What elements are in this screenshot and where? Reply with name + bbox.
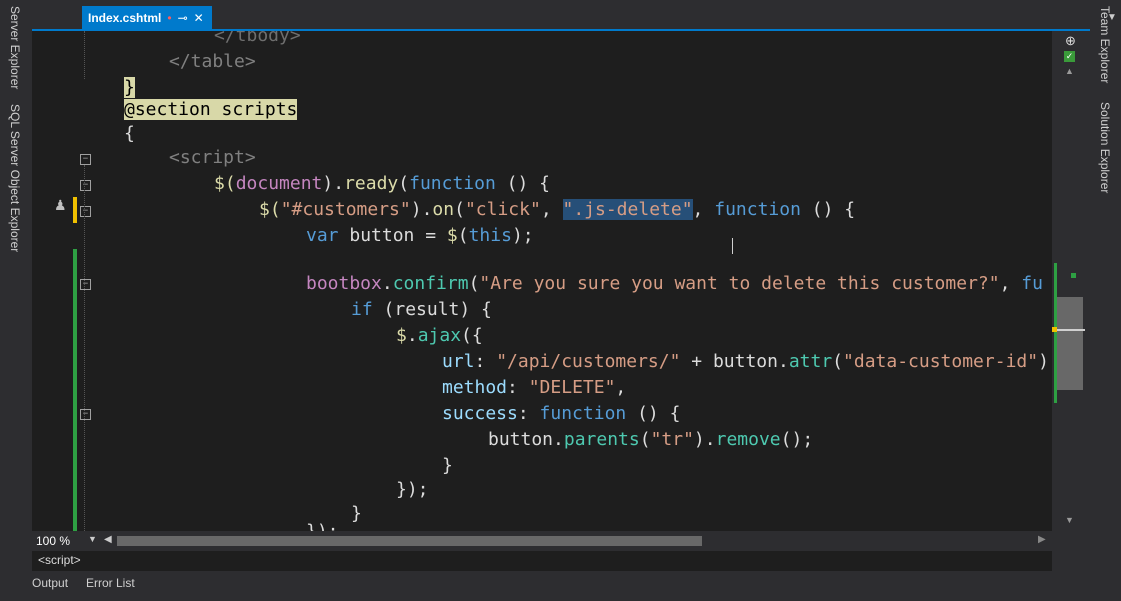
code-line: success: function () {	[442, 403, 681, 424]
right-tool-rail: Team Explorer Solution Explorer	[1090, 0, 1121, 601]
code-line: });	[306, 519, 339, 531]
editor-bottom-bar: 100 % ▼ ◀ ▶	[32, 531, 1052, 551]
zoom-dropdown-icon[interactable]: ▼	[88, 534, 97, 544]
zoom-level[interactable]: 100 %	[36, 534, 70, 548]
code-editor[interactable]: ♟ − − − − − </tbody> </table> } @section…	[32, 31, 1052, 531]
tab-overflow-icon[interactable]: ▼	[1107, 12, 1117, 23]
tab-title: Index.cshtml	[88, 11, 162, 25]
text-cursor	[732, 238, 733, 254]
code-line: button.parents("tr").remove();	[488, 429, 814, 450]
caret-position-marker	[1057, 329, 1085, 331]
code-line: </table>	[169, 51, 256, 72]
close-icon[interactable]: ✕	[194, 11, 204, 25]
code-line: {	[124, 123, 135, 144]
solution-explorer-tab[interactable]: Solution Explorer	[1098, 102, 1112, 193]
code-lines: </tbody> </table> } @section scripts { <…	[124, 31, 1052, 531]
code-line: method: "DELETE",	[442, 377, 627, 398]
tab-output[interactable]: Output	[32, 576, 68, 590]
code-line: $(document).ready(function () {	[214, 173, 550, 194]
code-line: $("#customers").on("click", ".js-delete"…	[259, 199, 856, 220]
code-line: }	[351, 503, 362, 524]
breadcrumb-item[interactable]: <script>	[38, 553, 81, 567]
horizontal-scroll-thumb[interactable]	[117, 536, 702, 546]
code-line: url: "/api/customers/" + button.attr("da…	[442, 351, 1049, 372]
selected-text: ".js-delete"	[562, 199, 693, 220]
modified-indicator: •	[167, 11, 172, 25]
navigation-breadcrumb[interactable]: <script>	[32, 551, 1052, 571]
check-icon: ✓	[1064, 51, 1075, 62]
document-tab-bar: Index.cshtml • ⊸ ✕ ▼	[32, 0, 1117, 30]
change-marker-green	[73, 249, 77, 531]
code-line: });	[396, 479, 429, 500]
code-line: <script>	[169, 147, 256, 168]
left-tool-rail: Server Explorer SQL Server Object Explor…	[0, 0, 32, 601]
outline-guide	[84, 31, 86, 79]
code-line: }	[442, 455, 453, 476]
code-line: @section scripts	[124, 99, 298, 120]
change-map-marker	[1071, 273, 1076, 278]
sql-server-object-explorer-tab[interactable]: SQL Server Object Explorer	[8, 104, 22, 252]
document-tab-index[interactable]: Index.cshtml • ⊸ ✕	[82, 6, 212, 30]
split-window-icon[interactable]: ⊕	[1065, 33, 1076, 49]
code-line: bootbox.confirm("Are you sure you want t…	[306, 273, 1043, 294]
scroll-down-icon[interactable]: ▼	[1065, 515, 1074, 525]
tab-error-list[interactable]: Error List	[86, 576, 135, 590]
vertical-scroll-thumb[interactable]	[1057, 297, 1083, 390]
fold-toggle-icon[interactable]: −	[80, 154, 91, 165]
change-marker-yellow	[73, 197, 77, 223]
pin-icon[interactable]: ⊸	[178, 11, 188, 25]
quick-action-brush-icon[interactable]: ♟	[54, 197, 67, 214]
vertical-scrollbar[interactable]: ⊕ ✓ ▲ ▼	[1052, 31, 1090, 531]
code-line: if (result) {	[351, 299, 492, 320]
code-line: var button = $(this);	[306, 225, 534, 246]
scroll-left-icon[interactable]: ◀	[104, 534, 112, 545]
scroll-right-icon[interactable]: ▶	[1038, 534, 1046, 545]
code-line: </tbody>	[214, 31, 301, 46]
outline-guide	[84, 165, 86, 531]
server-explorer-tab[interactable]: Server Explorer	[8, 6, 22, 89]
scroll-up-icon[interactable]: ▲	[1065, 66, 1074, 76]
code-line: $.ajax({	[396, 325, 483, 346]
